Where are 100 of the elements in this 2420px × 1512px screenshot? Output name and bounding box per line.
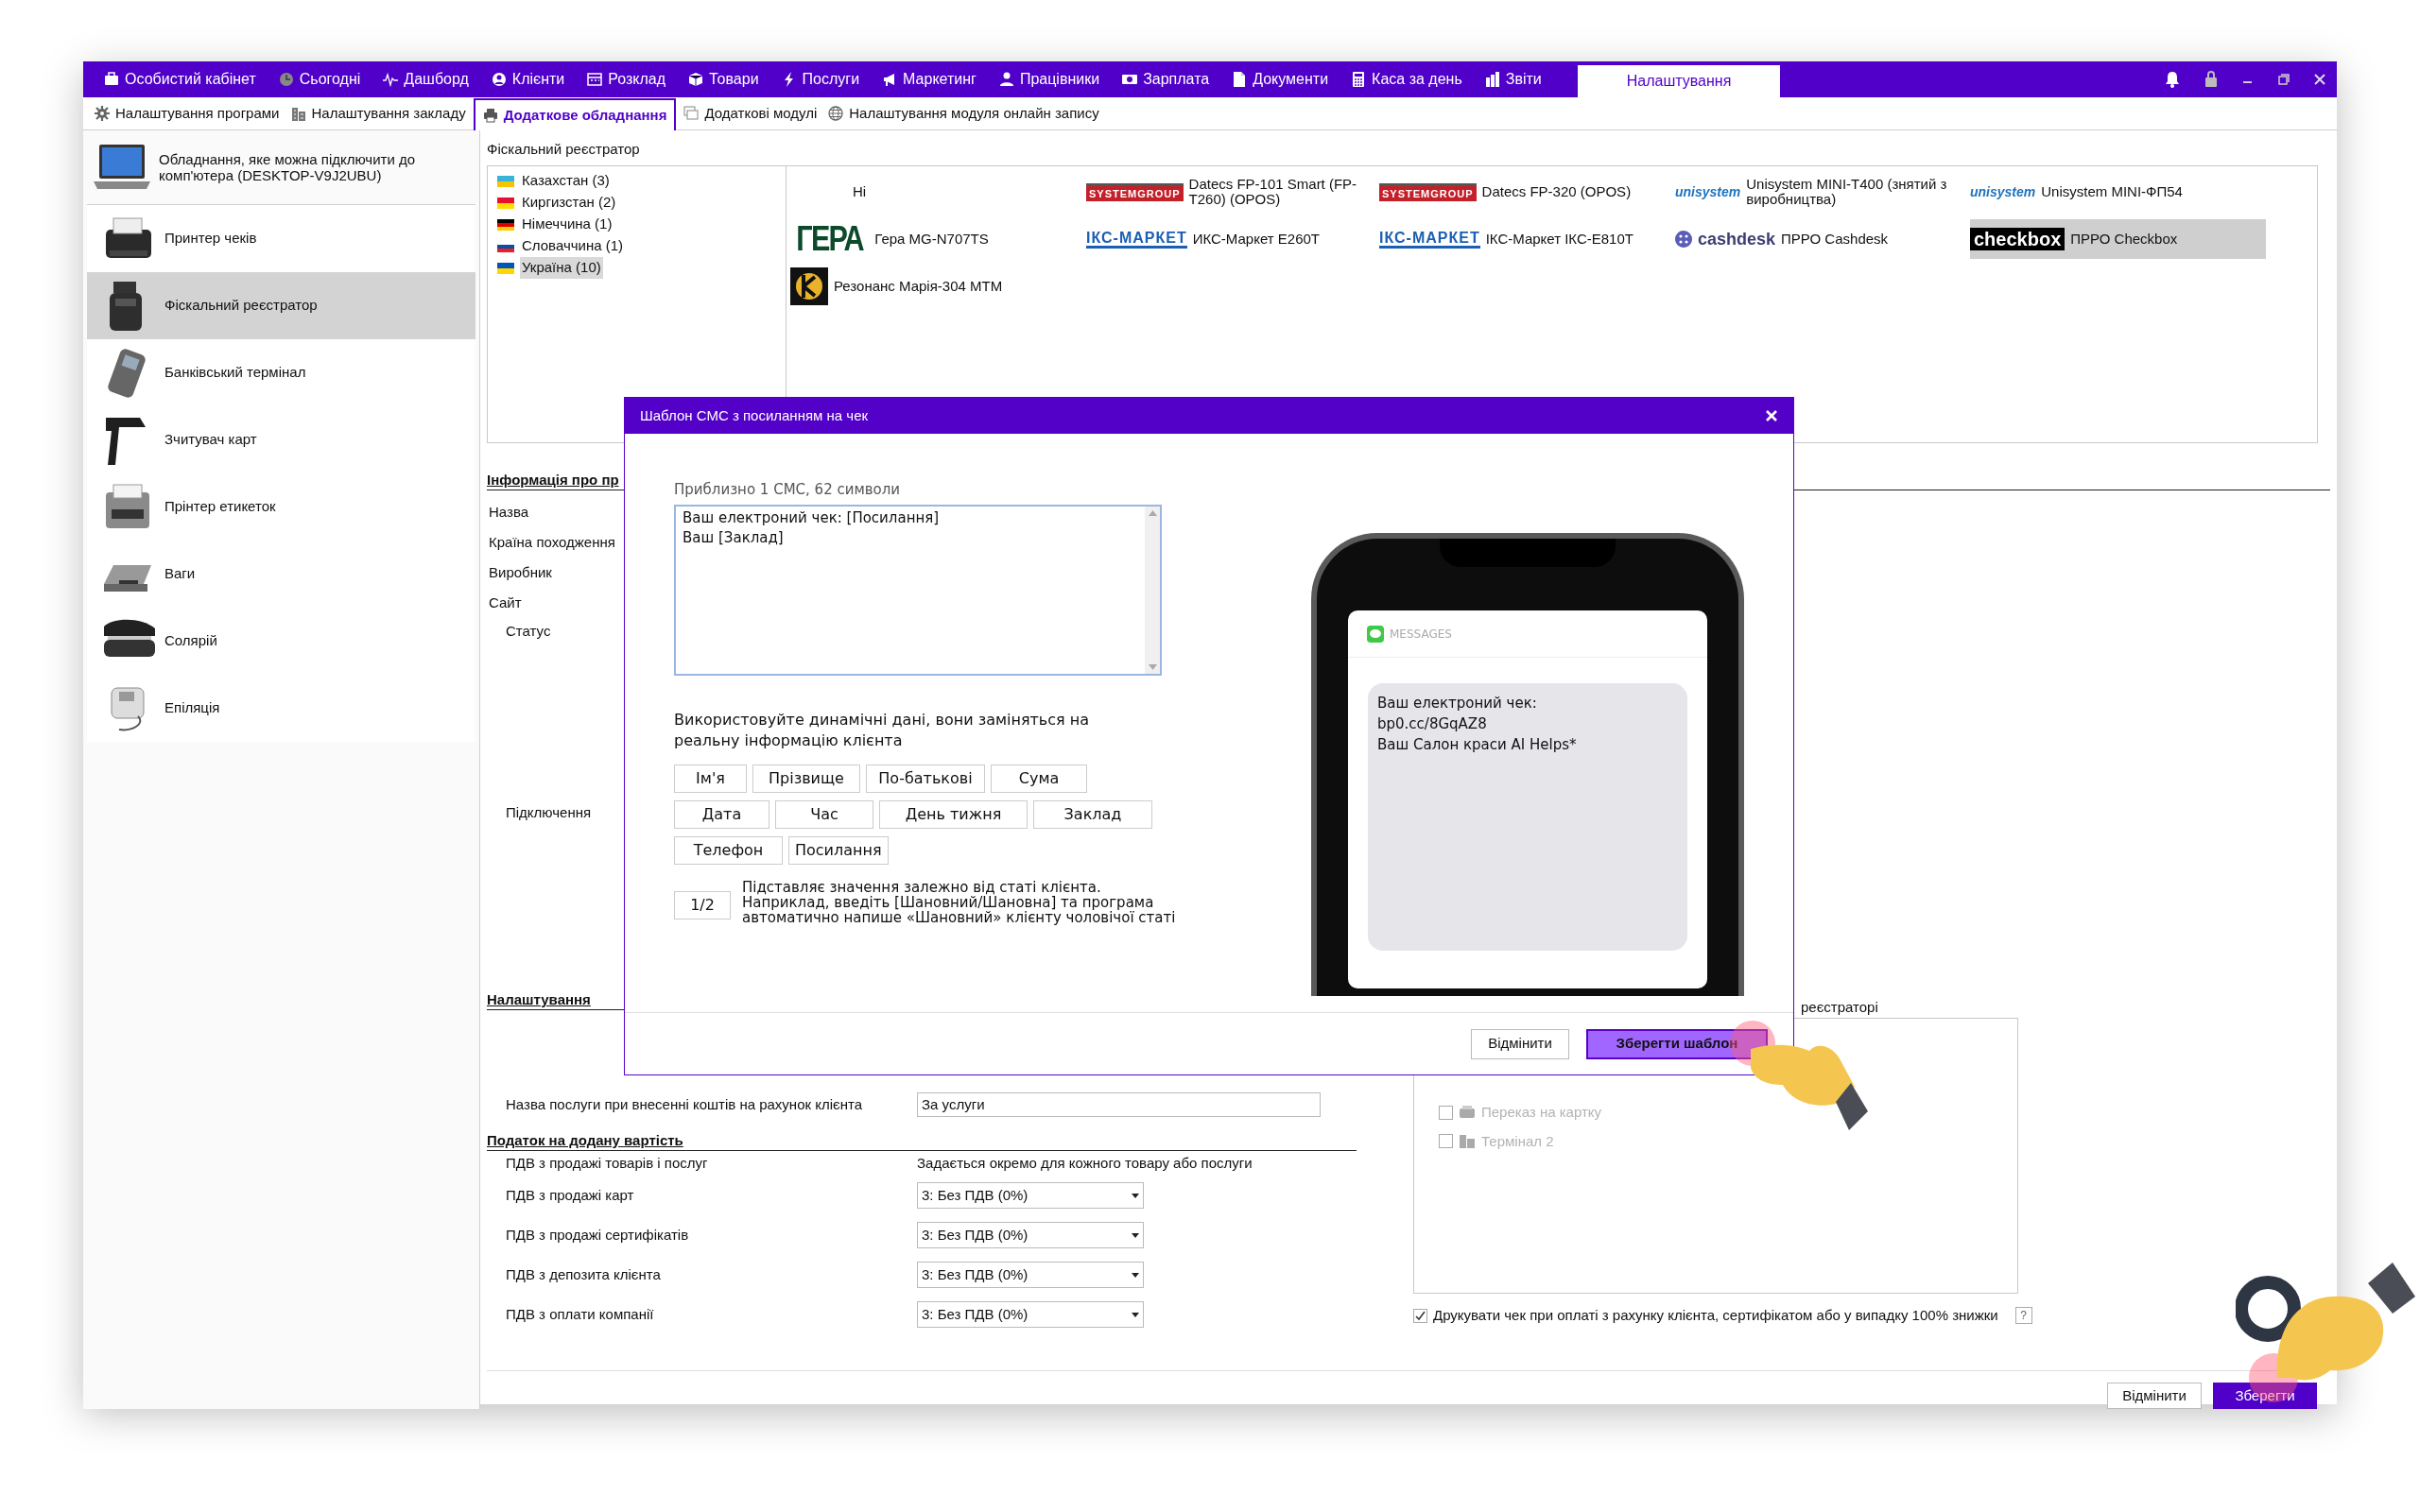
settings-tab[interactable]: Налаштування програми [91,97,284,129]
vat-dropdown[interactable]: 3: Без ПДВ (0%) [917,1262,1144,1288]
section-label: реєстраторі [1801,998,1878,1014]
globe-icon [828,106,844,121]
menu-tab[interactable]: Зарплата [1111,63,1221,95]
device-name: ПРРО Checkbox [2070,232,2178,247]
menu-tab[interactable]: Товари [677,63,770,95]
save-template-button[interactable]: Зберегти шаблон [1586,1028,1768,1059]
cancel-button[interactable]: Відмінити [2107,1383,2202,1409]
menu-tab[interactable]: Послуги [769,63,872,95]
template-field[interactable]: Ваш електроний чек: [Посилання] Ваш [Заклад] [674,504,1162,676]
variable-chip[interactable]: Прізвище [752,764,860,793]
brand-logo: ІКС-МАРКЕТ [1379,230,1480,249]
settings-tab[interactable]: Налаштування модуля онлайн запису [824,97,1103,129]
menu-tab[interactable]: Дашборд [372,63,480,95]
sidebar-item[interactable]: Фіскальний реєстратор [87,272,475,339]
dots-circle-icon [1675,231,1692,248]
help-button[interactable]: ? [2014,1307,2032,1325]
hint-text: Використовуйте динамічні дані, вони заміняться на реальну інформацію клієнта [674,709,1091,751]
pulse-icon [383,72,399,87]
country-item[interactable]: Словаччина (1) [520,235,626,257]
dropdown-caret-icon [1132,1312,1139,1317]
device-name: Unisystem MINI-T400 (знятий з виробництва) [1746,177,1948,207]
flag-icon [497,197,514,209]
fiscal-device-option[interactable]: Резонанс Марія-304 МТМ [790,266,1086,306]
person-icon [998,72,1014,87]
resonance-logo-icon [790,267,828,305]
menu-tab[interactable]: Клієнти [479,63,577,95]
restore-icon[interactable] [2278,74,2290,85]
fiscal-device-option[interactable]: unisystem Unisystem MINI-T400 (знятий з виробництва) [1675,172,1970,212]
variable-chip[interactable]: Ім'я [674,764,747,793]
variable-chip[interactable]: Час [775,799,873,829]
fiscal-device-option[interactable]: ІКС-МАРКЕТ ІКС-Маркет ІКС-E810T [1379,219,1675,259]
fiscal-device-option[interactable]: SYSTEMGROUP Datecs FP-320 (OPOS) [1379,172,1675,212]
flag-icon [497,262,514,274]
sms-counter: Приблизно 1 СМС, 62 символи [674,480,902,500]
fiscal-device-option[interactable]: ГЕРА Гера MG-N707TS [790,219,1086,259]
country-item[interactable]: Україна (10) [520,257,603,279]
menu-tab[interactable]: Каса за день [1340,63,1474,95]
settings-tab[interactable]: Налаштування закладу [286,97,470,129]
checkmark-icon [1415,1310,1426,1321]
settings-tab[interactable]: Додаткове обладнання [473,98,677,130]
brand-logo: ІКС-МАРКЕТ [1086,230,1187,249]
gender-chip[interactable]: 1/2 [674,890,731,919]
vat-dropdown[interactable]: 3: Без ПДВ (0%) [917,1182,1144,1209]
cancel-button[interactable]: Відмінити [1471,1028,1569,1059]
checkbox[interactable] [1413,1308,1427,1323]
device-name: Резонанс Марія-304 МТМ [834,279,1003,294]
bell-icon[interactable] [2165,71,2180,88]
brand-logo: SYSTEMGROUP [1086,182,1184,201]
checkbox-label: Друкувати чек при оплаті з рахунку клієнта, сертифікатом або у випадку 100% знижки [1433,1306,1998,1325]
country-item[interactable]: Киргизстан (2) [520,192,618,214]
lock-icon[interactable] [2204,71,2218,88]
building-icon [290,106,306,121]
message-bubble: Ваш електроний чек: bp0.cc/8GqAZ8 Ваш Салон краси AI Helps* [1368,683,1687,951]
menu-tab[interactable]: Особистий кабінет [93,63,268,95]
printer-icon [482,108,498,123]
settings-tab[interactable]: Додаткові модулі [680,97,821,129]
gender-hint-text: Підставляє значення залежно від статі клієнта. Наприклад, введіть [Шановний/Шановна] та програма автоматично напише «Шановний» клієнту чоловічої статі [742,879,1177,925]
section-label: Фіскальний реєстратор [487,140,641,158]
menu-tab[interactable]: Документи [1220,63,1340,95]
card-reader-icon [1459,1105,1476,1121]
menu-tab[interactable]: Працівники [987,63,1112,95]
field-label: ПДВ з продажі сертифікатів [506,1225,690,1245]
variable-chip[interactable]: День тижня [879,799,1028,829]
variable-chip[interactable]: Телефон [674,835,783,865]
device-name: Гера MG-N707TS [874,232,989,247]
vat-dropdown[interactable]: 3: Без ПДВ (0%) [917,1301,1144,1328]
variable-chip[interactable]: Заклад [1033,799,1152,829]
payment-option-label: Переказ на картку [1481,1103,1602,1122]
windows-stack-icon [683,106,700,121]
field-label: Країна походження [489,533,615,551]
fiscal-device-option[interactable]: checkbox ПРРО Checkbox [1970,219,2266,259]
variable-chip[interactable]: Посилання [788,835,889,865]
country-item[interactable]: Казахстан (3) [520,170,612,192]
device-name: Datecs FP-320 (OPOS) [1481,184,1632,199]
device-name: Datecs FP-101 Smart (FP-T260) (OPOS) [1188,177,1358,207]
clock-icon [278,72,294,87]
field-label: Назва [489,503,529,521]
menu-tab[interactable]: Налаштування [1577,65,1781,97]
close-icon[interactable] [2314,74,2325,85]
menu-tab[interactable]: Маркетинг [871,63,988,95]
variable-chip[interactable]: Дата [674,799,769,829]
variable-chip[interactable]: Сума [991,764,1087,793]
fiscal-device-option[interactable]: cashdesk ПРРО Cashdesk [1675,219,1970,259]
variable-chip[interactable]: По-батькові [866,764,985,793]
fiscal-device-option[interactable]: ІКС-МАРКЕТ ИКС-Маркет E260T [1086,219,1379,259]
menu-tab[interactable]: Сьогодні [267,63,372,95]
document-icon [1232,72,1248,87]
user-circle-icon [491,72,507,87]
service-name-field[interactable]: За услуги [917,1092,1321,1117]
menu-tab[interactable]: Звіти [1473,63,1553,95]
menu-tab[interactable]: Розклад [576,63,678,95]
save-button[interactable]: Зберегти [2213,1383,2317,1409]
briefcase-icon [104,72,119,87]
fiscal-device-option[interactable]: unisystem Unisystem MINI-ФП54 [1970,172,2266,212]
vat-dropdown[interactable]: 3: Без ПДВ (0%) [917,1222,1144,1248]
field-value: Задається окремо для кожного товару або послуги [917,1153,1253,1173]
fiscal-device-option[interactable]: Ні [790,172,1086,212]
country-item[interactable]: Німеччина (1) [520,214,614,235]
